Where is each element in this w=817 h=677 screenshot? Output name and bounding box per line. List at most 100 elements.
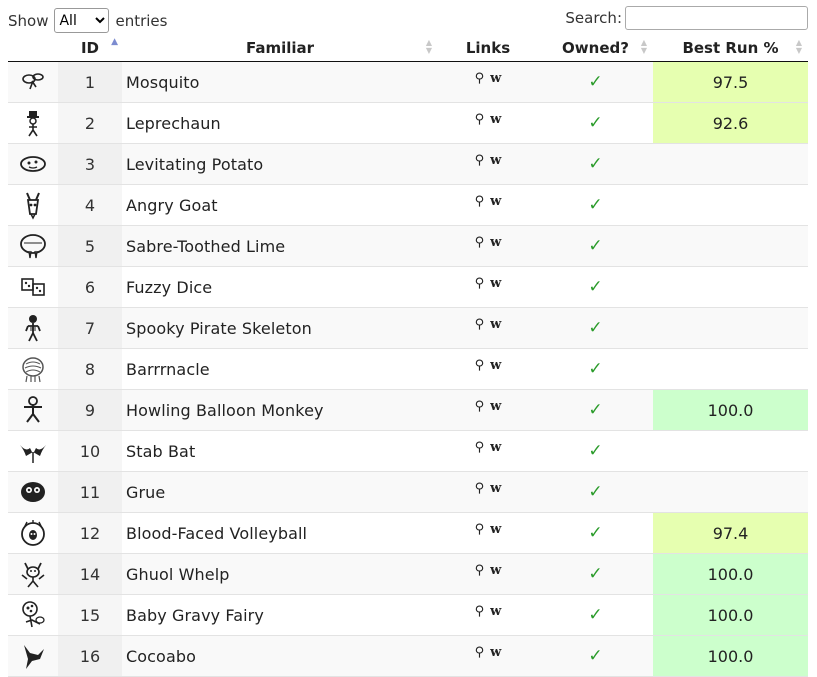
magnifier-icon[interactable]: ⚲ — [475, 112, 485, 127]
wiki-icon[interactable]: w — [490, 71, 501, 86]
familiar-icon-cell — [8, 471, 58, 513]
best-run-percent — [653, 471, 808, 513]
wiki-icon[interactable]: w — [490, 276, 501, 291]
wiki-icon[interactable]: w — [490, 399, 501, 414]
wiki-icon[interactable]: w — [490, 481, 501, 496]
familiar-icon-cell — [8, 348, 58, 390]
magnifier-icon[interactable]: ⚲ — [475, 399, 485, 414]
wiki-icon[interactable]: w — [490, 358, 501, 373]
magnifier-icon[interactable]: ⚲ — [475, 153, 485, 168]
familiar-id: 4 — [58, 184, 122, 226]
search-label: Search: — [565, 9, 622, 27]
familiar-links: ⚲ w — [438, 430, 538, 472]
familiar-links: ⚲ w — [438, 307, 538, 349]
familiar-name: Blood-Faced Volleyball — [122, 512, 438, 554]
owned-checkmark: ✓ — [538, 102, 653, 144]
familiar-column-header[interactable]: Familiar ▲ ▼ — [122, 35, 438, 62]
familiar-icon-cell — [8, 512, 58, 554]
familiar-id: 11 — [58, 471, 122, 513]
search-input[interactable] — [625, 6, 808, 30]
wiki-icon[interactable]: w — [490, 235, 501, 250]
wiki-icon[interactable]: w — [490, 604, 501, 619]
magnifier-icon[interactable]: ⚲ — [475, 645, 485, 660]
familiar-id: 7 — [58, 307, 122, 349]
magnifier-icon[interactable]: ⚲ — [475, 317, 485, 332]
magnifier-icon[interactable]: ⚲ — [475, 194, 485, 209]
magnifier-icon[interactable]: ⚲ — [475, 522, 485, 537]
owned-checkmark: ✓ — [538, 266, 653, 308]
wiki-icon[interactable]: w — [490, 645, 501, 660]
entries-label: entries — [115, 11, 168, 30]
table-header-row: ID ▲ Familiar ▲ ▼ Links Owned? ▲ ▼ Best Ru… — [8, 35, 808, 62]
best-run-percent — [653, 430, 808, 472]
familiar-name: Cocoabo — [122, 635, 438, 677]
best-run-percent: 100.0 — [653, 389, 808, 431]
owned-checkmark: ✓ — [538, 553, 653, 595]
magnifier-icon[interactable]: ⚲ — [475, 481, 485, 496]
familiar-icon-cell — [8, 553, 58, 595]
familiar-icon-cell — [8, 635, 58, 677]
familiar-name: Levitating Potato — [122, 143, 438, 185]
magnifier-icon[interactable]: ⚲ — [475, 235, 485, 250]
table-row: 2 Leprechaun ⚲ w ✓ 92.6 — [8, 102, 808, 144]
best-run-percent: 100.0 — [653, 594, 808, 636]
best-run-percent: 92.6 — [653, 102, 808, 144]
familiar-id: 3 — [58, 143, 122, 185]
owned-column-header[interactable]: Owned? ▲ ▼ — [538, 35, 653, 62]
wiki-icon[interactable]: w — [490, 153, 501, 168]
familiar-id: 16 — [58, 635, 122, 677]
magnifier-icon[interactable]: ⚲ — [475, 604, 485, 619]
familiar-id: 14 — [58, 553, 122, 595]
wiki-icon[interactable]: w — [490, 317, 501, 332]
wiki-icon[interactable]: w — [490, 112, 501, 127]
magnifier-icon[interactable]: ⚲ — [475, 563, 485, 578]
magnifier-icon[interactable]: ⚲ — [475, 276, 485, 291]
cocoabo-icon — [24, 645, 44, 669]
familiar-icon-cell — [8, 61, 58, 103]
angry-goat-icon — [26, 192, 40, 220]
familiar-id: 10 — [58, 430, 122, 472]
best-run-column-header[interactable]: Best Run % ▲ ▼ — [653, 35, 808, 62]
best-run-header-label: Best Run % — [682, 39, 779, 57]
familiar-links: ⚲ w — [438, 594, 538, 636]
wiki-icon[interactable]: w — [490, 194, 501, 209]
familiar-id: 5 — [58, 225, 122, 267]
familiar-links: ⚲ w — [438, 471, 538, 513]
owned-checkmark: ✓ — [538, 471, 653, 513]
best-run-percent: 100.0 — [653, 635, 808, 677]
familiar-id: 2 — [58, 102, 122, 144]
magnifier-icon[interactable]: ⚲ — [475, 358, 485, 373]
wiki-icon[interactable]: w — [490, 440, 501, 455]
wiki-icon[interactable]: w — [490, 522, 501, 537]
familiar-links: ⚲ w — [438, 553, 538, 595]
best-run-percent: 97.5 — [653, 61, 808, 103]
ghuol-whelp-icon — [21, 562, 45, 588]
show-label: Show — [8, 11, 49, 30]
howling-balloon-monkey-icon — [24, 396, 42, 423]
sort-both-icon: ▲ ▼ — [425, 38, 432, 55]
table-row: 15 Baby Gravy Fairy ⚲ w ✓ 100.0 — [8, 594, 808, 636]
stab-bat-icon — [20, 445, 46, 463]
familiars-table: ID ▲ Familiar ▲ ▼ Links Owned? ▲ ▼ Best Ru… — [8, 35, 808, 677]
familiar-links: ⚲ w — [438, 61, 538, 103]
wiki-icon[interactable]: w — [490, 563, 501, 578]
familiar-id: 12 — [58, 512, 122, 554]
owned-checkmark: ✓ — [538, 635, 653, 677]
mosquito-icon — [22, 73, 44, 90]
familiar-id: 9 — [58, 389, 122, 431]
familiar-links: ⚲ w — [438, 143, 538, 185]
entries-select[interactable]: All — [54, 8, 110, 33]
owned-checkmark: ✓ — [538, 512, 653, 554]
familiar-icon-cell — [8, 266, 58, 308]
magnifier-icon[interactable]: ⚲ — [475, 71, 485, 86]
familiar-name: Angry Goat — [122, 184, 438, 226]
table-row: 9 Howling Balloon Monkey ⚲ w ✓ 100.0 — [8, 389, 808, 431]
table-row: 8 Barrrnacle ⚲ w ✓ — [8, 348, 808, 390]
familiar-links: ⚲ w — [438, 266, 538, 308]
sabre-toothed-lime-icon — [20, 234, 46, 259]
id-column-header[interactable]: ID ▲ — [58, 35, 122, 62]
table-row: 7 Spooky Pirate Skeleton ⚲ w ✓ — [8, 307, 808, 349]
familiar-links: ⚲ w — [438, 102, 538, 144]
magnifier-icon[interactable]: ⚲ — [475, 440, 485, 455]
sort-both-icon: ▲ ▼ — [795, 38, 802, 55]
